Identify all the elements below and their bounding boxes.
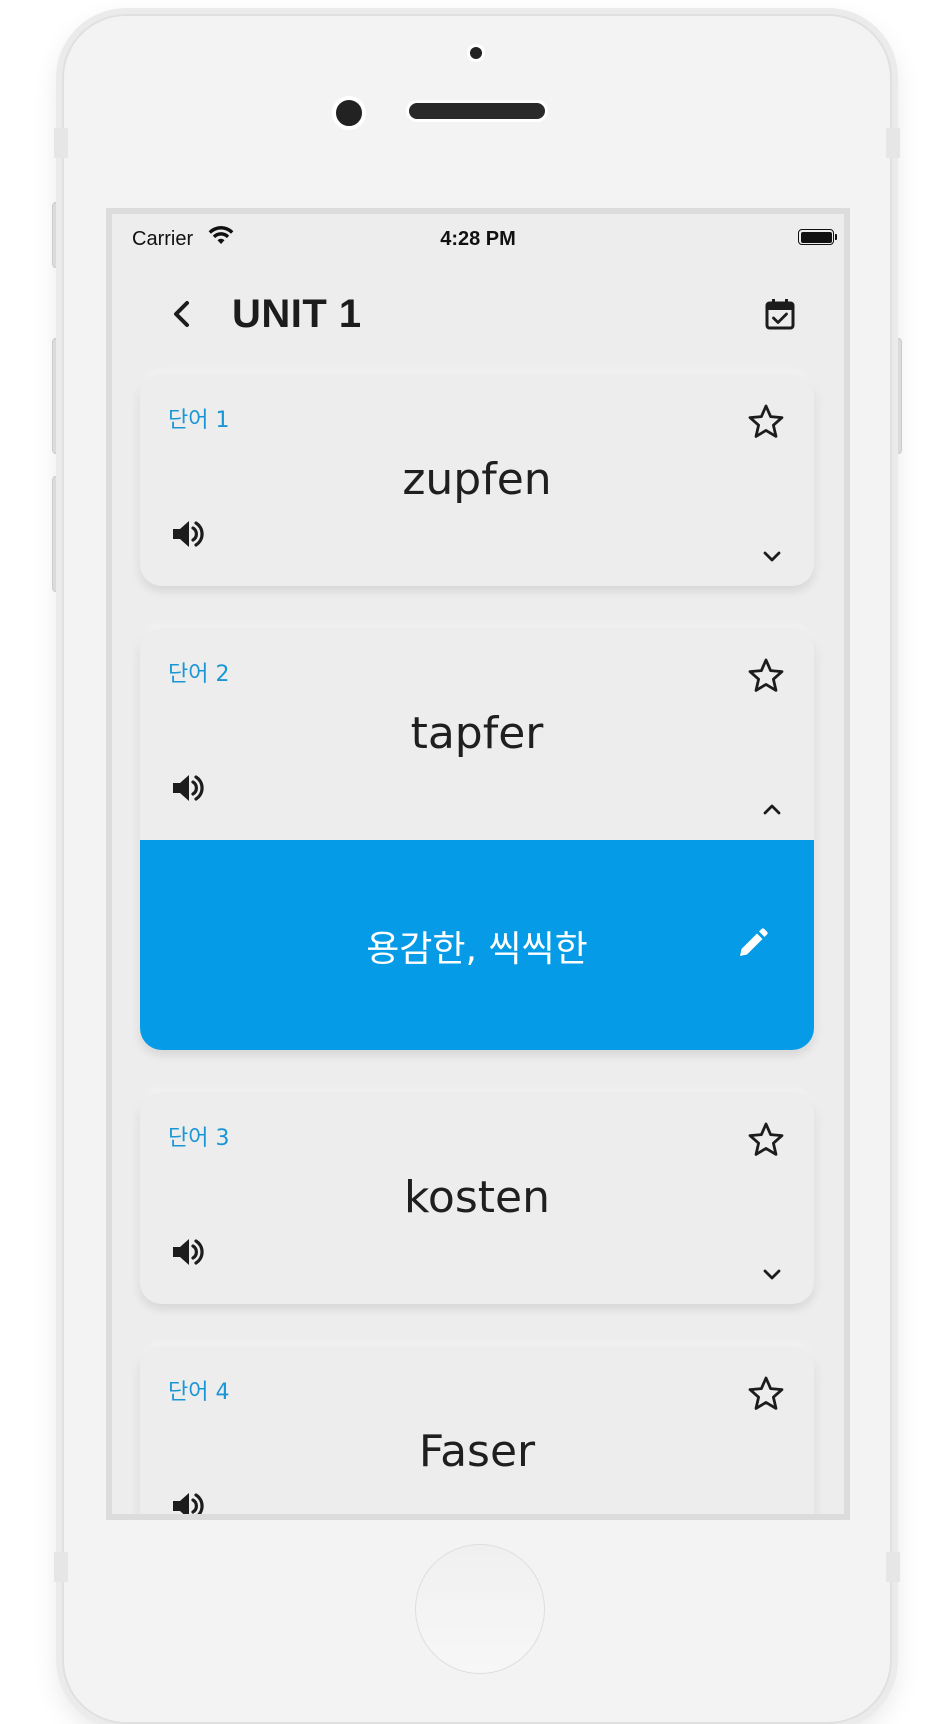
star-outline-icon: [748, 658, 784, 692]
pencil-icon: [740, 928, 768, 956]
play-audio-button[interactable]: [168, 1232, 208, 1272]
word-card-expanded[interactable]: 단어 2 tapfer 용감한, 씩씩한: [140, 628, 814, 1050]
word-text: kosten: [404, 1172, 550, 1223]
favorite-button[interactable]: [746, 402, 786, 442]
back-button[interactable]: [162, 294, 202, 334]
app-bar: UNIT 1: [112, 274, 844, 354]
play-audio-button[interactable]: [168, 1486, 208, 1514]
word-text: zupfen: [402, 454, 552, 505]
star-outline-icon: [748, 1376, 784, 1410]
collapse-button[interactable]: [760, 798, 784, 822]
word-number-label: 단어 3: [168, 1126, 230, 1151]
word-card[interactable]: 단어 1 zupfen: [140, 374, 814, 586]
proximity-sensor: [332, 96, 366, 130]
edit-meaning-button[interactable]: [734, 926, 770, 962]
star-outline-icon: [748, 1122, 784, 1156]
expand-button[interactable]: [760, 544, 784, 568]
play-audio-button[interactable]: [168, 514, 208, 554]
frame-band-bottom: [54, 1552, 68, 1582]
chevron-up-icon: [763, 804, 781, 815]
volume-icon: [173, 1239, 204, 1265]
volume-icon: [173, 775, 204, 801]
word-text: tapfer: [410, 708, 544, 759]
expand-button[interactable]: [760, 1516, 784, 1520]
word-text: Faser: [418, 1426, 536, 1477]
front-camera: [467, 44, 485, 62]
word-number-label: 단어 2: [168, 662, 230, 687]
frame-band-top-right: [886, 128, 900, 158]
word-card[interactable]: 단어 3 kosten: [140, 1092, 814, 1304]
frame-band-top: [54, 128, 68, 158]
calendar-button[interactable]: [762, 296, 798, 332]
chevron-down-icon: [763, 551, 781, 562]
earpiece-speaker: [406, 100, 548, 122]
play-audio-button[interactable]: [168, 768, 208, 808]
word-number-label: 단어 4: [168, 1380, 230, 1405]
volume-icon: [173, 1493, 204, 1514]
word-number-label: 단어 1: [168, 408, 230, 433]
status-bar: Carrier 4:28 PM: [112, 214, 844, 254]
page-title: UNIT 1: [232, 292, 362, 336]
favorite-button[interactable]: [746, 656, 786, 696]
home-button[interactable]: [415, 1544, 545, 1674]
favorite-button[interactable]: [746, 1374, 786, 1414]
calendar-check-icon: [765, 299, 795, 330]
frame-band-bottom-right: [886, 1552, 900, 1582]
word-list: 단어 1 zupfen 단어 2 tapfer 용감한, 씩씩한 단어 3 ko…: [140, 374, 814, 1520]
favorite-button[interactable]: [746, 1120, 786, 1160]
app-screen: Carrier 4:28 PM UNIT 1 단어 1 zupfen 단어 2 …: [106, 208, 850, 1520]
chevron-down-icon: [760, 1516, 784, 1520]
chevron-down-icon: [763, 1269, 781, 1280]
battery-icon: [798, 229, 837, 245]
chevron-left-icon: [174, 301, 189, 327]
status-time: 4:28 PM: [440, 228, 516, 250]
expand-button[interactable]: [760, 1262, 784, 1286]
meaning-text: 용감한, 씩씩한: [366, 929, 588, 970]
volume-icon: [173, 521, 204, 547]
word-card[interactable]: 단어 4 Faser: [140, 1346, 814, 1520]
meaning-panel: 용감한, 씩씩한: [140, 840, 814, 1050]
star-outline-icon: [748, 404, 784, 438]
